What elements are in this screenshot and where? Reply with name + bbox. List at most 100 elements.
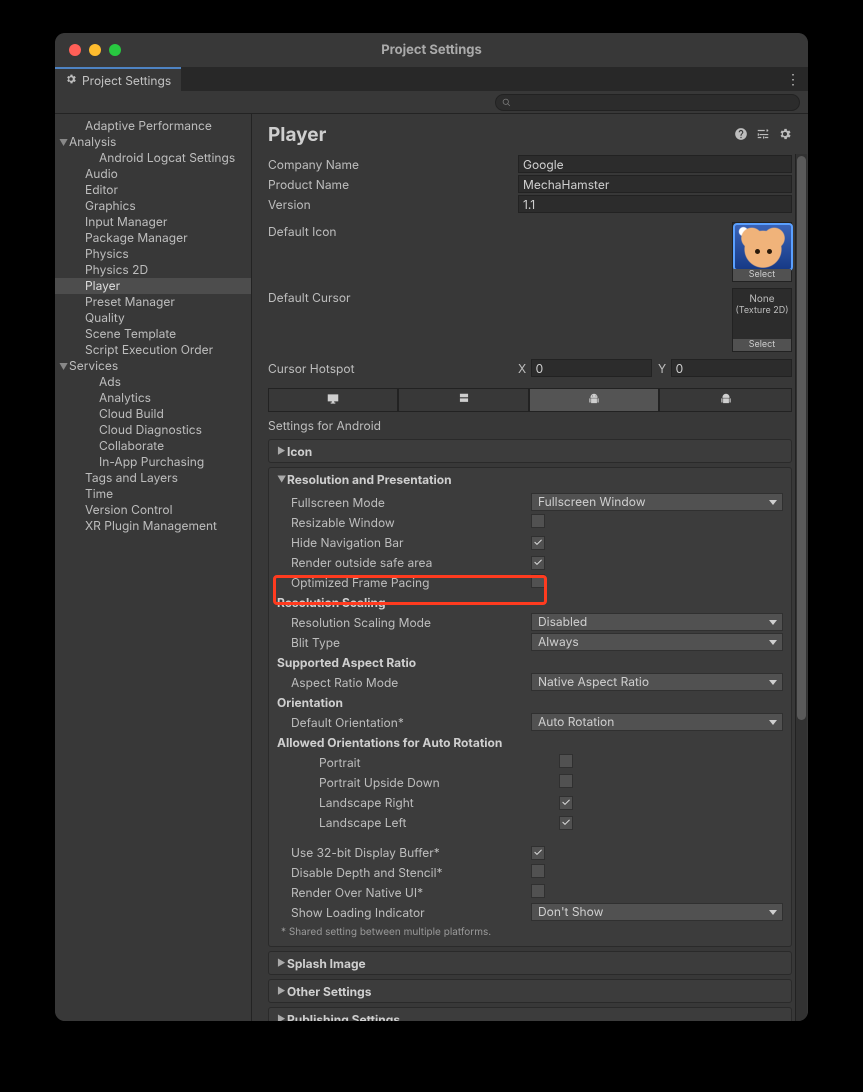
sidebar-item-time[interactable]: Time — [55, 486, 251, 502]
cursor-hotspot-y-input[interactable]: 0 — [671, 359, 792, 377]
landscape-right-label: Landscape Right — [277, 795, 559, 810]
platform-tab-standalone[interactable] — [268, 388, 398, 412]
titlebar: Project Settings — [55, 33, 808, 67]
foldout-resolution-title: Resolution and Presentation — [287, 472, 452, 487]
fullscreen-mode-label: Fullscreen Mode — [277, 495, 531, 510]
foldout-resolution-header[interactable]: ▼ Resolution and Presentation — [269, 468, 791, 490]
sidebar-item-tags-and-layers[interactable]: Tags and Layers — [55, 470, 251, 486]
sidebar-item-android-logcat-settings[interactable]: Android Logcat Settings — [55, 150, 251, 166]
platform-tab-android[interactable] — [529, 388, 659, 412]
sidebar-item-label: Time — [85, 486, 113, 501]
product-name-label: Product Name — [268, 177, 518, 192]
sidebar-item-quality[interactable]: Quality — [55, 310, 251, 326]
sidebar-item-adaptive-performance[interactable]: Adaptive Performance — [55, 118, 251, 134]
sidebar-item-services[interactable]: ▼Services — [55, 358, 251, 374]
fullscreen-mode-dropdown[interactable]: Fullscreen Window — [531, 493, 783, 511]
android-icon — [719, 392, 733, 409]
default-cursor-select-button[interactable]: Select — [733, 339, 791, 351]
minimize-window-button[interactable] — [89, 44, 101, 56]
vertical-scrollbar[interactable] — [795, 154, 807, 1021]
zoom-window-button[interactable] — [109, 44, 121, 56]
project-settings-window: Project Settings Project Settings ⋮ Adap… — [55, 33, 808, 1021]
sidebar-item-preset-manager[interactable]: Preset Manager — [55, 294, 251, 310]
tab-context-menu[interactable]: ⋮ — [786, 67, 800, 91]
landscape-left-checkbox[interactable] — [559, 816, 573, 830]
cursor-hotspot-label: Cursor Hotspot — [268, 361, 518, 376]
sidebar-item-input-manager[interactable]: Input Manager — [55, 214, 251, 230]
foldout-icon-header[interactable]: ▶ Icon — [269, 440, 791, 462]
default-orientation-dropdown[interactable]: Auto Rotation — [531, 713, 783, 731]
product-name-input[interactable]: MechaHamster — [518, 175, 792, 193]
content: Player Company Name Google Product Name … — [252, 114, 808, 1021]
version-input[interactable]: 1.1 — [518, 195, 792, 213]
sidebar-item-physics[interactable]: Physics — [55, 246, 251, 262]
presets-button[interactable] — [756, 127, 770, 141]
sidebar-item-version-control[interactable]: Version Control — [55, 502, 251, 518]
render-over-native-ui-checkbox[interactable] — [531, 884, 545, 898]
sidebar-item-audio[interactable]: Audio — [55, 166, 251, 182]
sidebar-item-cloud-diagnostics[interactable]: Cloud Diagnostics — [55, 422, 251, 438]
render-over-native-ui-label: Render Over Native UI* — [277, 885, 531, 900]
sidebar-item-in-app-purchasing[interactable]: In-App Purchasing — [55, 454, 251, 470]
sidebar-item-xr-plugin-management[interactable]: XR Plugin Management — [55, 518, 251, 534]
content-scroll: Company Name Google Product Name MechaHa… — [252, 154, 808, 1021]
default-icon-select-button[interactable]: Select — [733, 269, 791, 281]
default-cursor-type: (Texture 2D) — [735, 305, 788, 316]
blit-type-label: Blit Type — [277, 635, 531, 650]
optimized-frame-pacing-checkbox[interactable] — [531, 574, 545, 588]
show-loading-indicator-dropdown[interactable]: Don't Show — [531, 903, 783, 921]
platform-tab-dedicated-server[interactable] — [398, 388, 528, 412]
search-input[interactable] — [495, 94, 800, 111]
sidebar-item-player[interactable]: Player — [55, 278, 251, 294]
sidebar-item-scene-template[interactable]: Scene Template — [55, 326, 251, 342]
portrait-checkbox[interactable] — [559, 754, 573, 768]
foldout-other-title: Other Settings — [287, 984, 371, 999]
foldout-splash: ▶ Splash Image — [268, 951, 792, 975]
settings-menu-button[interactable] — [778, 127, 792, 141]
orientation-header: Orientation — [277, 692, 783, 712]
default-icon-picker[interactable]: Select — [732, 222, 792, 282]
landscape-right-checkbox[interactable] — [559, 796, 573, 810]
help-button[interactable] — [734, 127, 748, 141]
default-cursor-picker[interactable]: None (Texture 2D) Select — [732, 288, 792, 352]
use-32bit-buffer-checkbox[interactable] — [531, 846, 545, 860]
close-window-button[interactable] — [69, 44, 81, 56]
sidebar-item-script-execution-order[interactable]: Script Execution Order — [55, 342, 251, 358]
chevron-right-icon: ▶ — [277, 446, 287, 457]
sidebar-item-analysis[interactable]: ▼Analysis — [55, 134, 251, 150]
sidebar-item-label: Physics — [85, 246, 129, 261]
render-outside-safe-checkbox[interactable] — [531, 556, 545, 570]
scrollbar-thumb[interactable] — [797, 156, 806, 720]
sidebar-item-label: Quality — [85, 310, 125, 325]
sidebar-item-graphics[interactable]: Graphics — [55, 198, 251, 214]
sidebar-item-label: XR Plugin Management — [85, 518, 217, 533]
android-icon — [587, 392, 601, 409]
cursor-hotspot-x-input[interactable]: 0 — [531, 359, 652, 377]
sidebar-item-cloud-build[interactable]: Cloud Build — [55, 406, 251, 422]
chevron-down-icon: ▼ — [59, 360, 67, 376]
hide-nav-bar-checkbox[interactable] — [531, 536, 545, 550]
foldout-splash-header[interactable]: ▶ Splash Image — [269, 952, 791, 974]
sidebar-item-collaborate[interactable]: Collaborate — [55, 438, 251, 454]
cursor-hotspot-y-label: Y — [658, 361, 671, 376]
platform-section-label: Settings for Android — [252, 412, 808, 435]
player-form: Company Name Google Product Name MechaHa… — [252, 154, 808, 378]
disable-depth-stencil-checkbox[interactable] — [531, 864, 545, 878]
sidebar-item-package-manager[interactable]: Package Manager — [55, 230, 251, 246]
platform-tabs — [268, 388, 792, 412]
sidebar-item-editor[interactable]: Editor — [55, 182, 251, 198]
portrait-upside-down-checkbox[interactable] — [559, 774, 573, 788]
foldout-other-header[interactable]: ▶ Other Settings — [269, 980, 791, 1002]
sidebar-item-physics-2d[interactable]: Physics 2D — [55, 262, 251, 278]
company-name-input[interactable]: Google — [518, 155, 792, 173]
sidebar-item-analytics[interactable]: Analytics — [55, 390, 251, 406]
foldout-publishing-header[interactable]: ▶ Publishing Settings — [269, 1008, 791, 1021]
blit-type-dropdown[interactable]: Always — [531, 633, 783, 651]
tab-project-settings[interactable]: Project Settings — [55, 67, 181, 91]
sidebar-item-ads[interactable]: Ads — [55, 374, 251, 390]
resizable-window-checkbox[interactable] — [531, 514, 545, 528]
platform-tab-other[interactable] — [659, 388, 792, 412]
resolution-scaling-mode-dropdown[interactable]: Disabled — [531, 613, 783, 631]
version-label: Version — [268, 197, 518, 212]
aspect-ratio-mode-dropdown[interactable]: Native Aspect Ratio — [531, 673, 783, 691]
